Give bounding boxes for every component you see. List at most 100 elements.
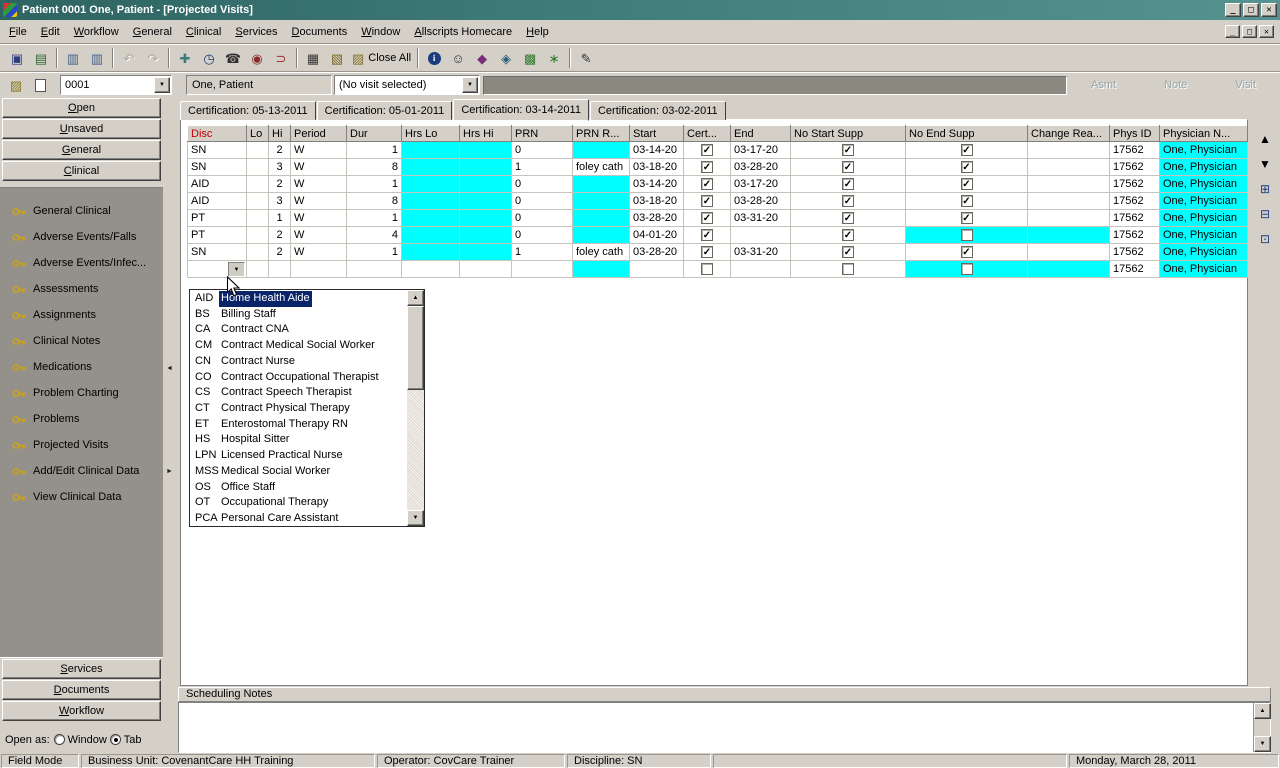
new-document-icon-button[interactable] (28, 74, 52, 97)
cell-physician[interactable]: One, Physician (1159, 175, 1248, 193)
cell-change_rea[interactable] (1027, 243, 1110, 261)
cell-lo[interactable] (246, 141, 269, 159)
dropdown-item-lpn[interactable]: LPN Licensed Practical Nurse (191, 448, 408, 464)
cell-lo[interactable] (246, 243, 269, 261)
cell-start[interactable]: 03-14-20 (629, 175, 684, 193)
cell-prn[interactable]: 1 (511, 158, 573, 176)
no_end-checkbox-checked[interactable]: ✓ (960, 144, 973, 157)
cell-lo[interactable] (246, 260, 269, 278)
cell-no_start[interactable]: ✓ (790, 209, 906, 227)
cell-hrs_lo[interactable] (401, 192, 460, 210)
cell-hrs_lo[interactable] (401, 243, 460, 261)
cell-hrs_hi[interactable] (459, 209, 512, 227)
cell-hrs_hi[interactable] (459, 260, 512, 278)
cell-cert[interactable] (683, 260, 731, 278)
cell-phys_id[interactable]: 17562 (1109, 209, 1160, 227)
notes-scrollbar[interactable]: ▲ ▼ (1253, 703, 1271, 752)
splitter-collapse-icon[interactable]: ◄ (166, 365, 173, 372)
cell-start[interactable]: 03-14-20 (629, 141, 684, 159)
cell-prn_r[interactable] (572, 260, 630, 278)
sidebar-item-problem-charting[interactable]: Problem Charting (0, 380, 163, 406)
column-header-end[interactable]: End (730, 125, 791, 142)
cell-lo[interactable] (246, 158, 269, 176)
cell-period[interactable]: W (290, 192, 347, 210)
notes-scroll-up-button[interactable]: ▲ (1254, 703, 1271, 719)
cell-cert[interactable]: ✓ (683, 243, 731, 261)
cell-hi[interactable]: 2 (268, 175, 291, 193)
column-header-cert[interactable]: Cert... (683, 125, 731, 142)
cell-prn_r[interactable]: foley cath (572, 243, 630, 261)
cell-end[interactable]: 03-31-20 (730, 243, 791, 261)
window-minimize-button[interactable]: _ (1225, 3, 1241, 17)
cert-checkbox-unchecked[interactable] (701, 263, 713, 276)
dropdown-item-ca[interactable]: CA Contract CNA (191, 322, 408, 338)
open-as-radio-tab[interactable] (109, 734, 121, 745)
user-icon-button[interactable]: ☺ (446, 47, 470, 70)
cell-lo[interactable] (246, 175, 269, 193)
cell-physician[interactable]: One, Physician (1159, 260, 1248, 278)
cert-checkbox-checked[interactable]: ✓ (701, 229, 713, 242)
dropdown-item-co[interactable]: CO Contract Occupational Therapist (191, 370, 408, 386)
cell-no_start[interactable]: ✓ (790, 158, 906, 176)
menu-item-help[interactable]: Help (519, 22, 556, 42)
dropdown-item-et[interactable]: ET Enterostomal Therapy RN (191, 417, 408, 433)
splitter-expand-icon[interactable]: ► (166, 468, 173, 475)
sidebar-section-general[interactable]: General (2, 140, 161, 160)
cell-hrs_lo[interactable] (401, 260, 460, 278)
cell-disc[interactable]: PT (187, 226, 247, 244)
sidebar-item-assessments[interactable]: Assessments (0, 276, 163, 302)
cell-hrs_hi[interactable] (459, 226, 512, 244)
disc-dropdown-button[interactable]: ▼ (228, 261, 245, 277)
cell-no_end[interactable]: ✓ (905, 141, 1028, 159)
sidebar-item-assignments[interactable]: Assignments (0, 302, 163, 328)
cell-physician[interactable]: One, Physician (1159, 192, 1248, 210)
record-icon-button[interactable]: ◉ (245, 47, 269, 70)
mdi-maximize-button[interactable]: □ (1242, 25, 1257, 38)
cell-cert[interactable]: ✓ (683, 226, 731, 244)
sidebar-item-projected-visits[interactable]: Projected Visits (0, 432, 163, 458)
magnet-icon-button[interactable]: ⊃ (269, 47, 293, 70)
column-header-prn[interactable]: PRN (511, 125, 573, 142)
visit-dropdown-arrow[interactable]: ▼ (462, 77, 478, 93)
cell-dur[interactable]: 1 (346, 175, 402, 193)
sidebar-item-add-edit-clinical-data[interactable]: Add/Edit Clinical Data (0, 458, 163, 484)
cell-start[interactable]: 03-28-20 (629, 243, 684, 261)
sidebar-section-open[interactable]: Open (2, 98, 161, 118)
column-header-disc[interactable]: Disc (187, 125, 247, 142)
cell-period[interactable]: W (290, 226, 347, 244)
cell-lo[interactable] (246, 192, 269, 210)
patient-id-dropdown-arrow[interactable]: ▼ (154, 77, 170, 93)
column-header-hi[interactable]: Hi (268, 125, 291, 142)
clock-icon-button[interactable]: ◷ (197, 47, 221, 70)
cell-hi[interactable]: 3 (268, 192, 291, 210)
dropdown-scrollbar[interactable]: ▲ ▼ (407, 290, 424, 526)
no_end-checkbox-checked[interactable]: ✓ (960, 195, 973, 208)
cell-end[interactable] (730, 226, 791, 244)
cell-prn[interactable]: 0 (511, 209, 573, 227)
columns-icon-button[interactable]: ▦ (301, 47, 325, 70)
cert-checkbox-checked[interactable]: ✓ (701, 246, 713, 259)
cell-phys_id[interactable]: 17562 (1109, 260, 1160, 278)
no_start-checkbox-checked[interactable]: ✓ (842, 178, 854, 191)
no_end-checkbox-checked[interactable]: ✓ (960, 212, 973, 225)
cell-lo[interactable] (246, 209, 269, 227)
folder-icon-button[interactable]: ▧ (325, 47, 349, 70)
dropdown-item-ct[interactable]: CT Contract Physical Therapy (191, 401, 408, 417)
scroll-down-icon-button[interactable]: ▼ (1254, 153, 1276, 175)
cell-hrs_hi[interactable] (459, 158, 512, 176)
cell-cert[interactable]: ✓ (683, 175, 731, 193)
cell-dur[interactable]: 1 (346, 141, 402, 159)
cell-end[interactable]: 03-17-20 (730, 141, 791, 159)
dropdown-item-aid[interactable]: AID Home Health Aide (191, 291, 408, 307)
visit-selector-combo[interactable]: (No visit selected) ▼ (334, 75, 480, 95)
cell-prn[interactable]: 1 (511, 243, 573, 261)
cell-hrs_lo[interactable] (401, 175, 460, 193)
cell-hi[interactable]: 3 (268, 158, 291, 176)
sidebar-section-documents[interactable]: Documents (2, 680, 161, 700)
open-folder-icon-button[interactable]: ▨ (4, 74, 28, 97)
cell-no_start[interactable]: ✓ (790, 175, 906, 193)
redo-icon-button[interactable]: ↷ (141, 47, 165, 70)
signature-icon-button[interactable]: ✎ (574, 47, 598, 70)
cell-hrs_lo[interactable] (401, 141, 460, 159)
tab-certification-05-01-2011[interactable]: Certification: 05-01-2011 (316, 101, 453, 120)
